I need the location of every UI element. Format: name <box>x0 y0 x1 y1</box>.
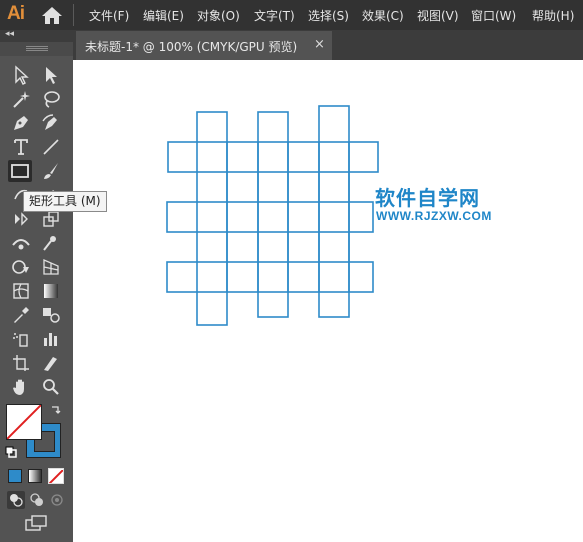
menu-file[interactable]: 文件(F) <box>89 7 129 24</box>
hand-tool-icon[interactable] <box>9 376 33 398</box>
eyedropper-icon[interactable] <box>9 304 33 326</box>
zoom-tool-icon[interactable] <box>39 376 63 398</box>
default-colors-icon[interactable] <box>5 446 17 458</box>
fill-color-swatch[interactable] <box>6 404 42 440</box>
magic-wand-icon[interactable] <box>9 88 33 110</box>
panel-grip[interactable] <box>0 42 73 56</box>
document-tab-title: 未标题-1* @ 100% (CMYK/GPU 预览) <box>85 40 298 54</box>
draw-inside-icon[interactable] <box>48 491 66 509</box>
mesh-tool-icon[interactable] <box>9 280 33 302</box>
none-icon <box>49 469 63 483</box>
symbol-sprayer-icon[interactable] <box>9 328 33 350</box>
menu-divider <box>73 4 74 26</box>
width-tool-icon[interactable] <box>9 232 33 254</box>
menu-object[interactable]: 对象(O) <box>197 7 240 24</box>
column-graph-icon[interactable] <box>39 328 63 350</box>
menu-edit[interactable]: 编辑(E) <box>143 7 184 24</box>
rectangle-tool-icon[interactable] <box>8 160 32 182</box>
swap-colors-icon[interactable] <box>50 404 62 416</box>
none-mode-button[interactable] <box>48 468 64 484</box>
panel-collapse-button[interactable]: ◂◂ <box>0 29 73 42</box>
no-fill-icon <box>7 405 41 439</box>
menu-effect[interactable]: 效果(C) <box>362 7 404 24</box>
tab-close-button[interactable]: × <box>314 37 325 52</box>
line-segment-icon[interactable] <box>39 136 63 158</box>
watermark-url: WWW.RJZXW.COM <box>376 209 492 223</box>
artboard-tool-icon[interactable] <box>9 352 33 374</box>
document-tab-bar: 未标题-1* @ 100% (CMYK/GPU 预览) × <box>73 30 583 60</box>
puppet-warp-icon[interactable] <box>39 232 63 254</box>
home-icon[interactable] <box>40 5 64 25</box>
shape-builder-icon[interactable] <box>9 256 33 278</box>
menu-select[interactable]: 选择(S) <box>308 7 349 24</box>
perspective-grid-icon[interactable] <box>39 256 63 278</box>
collapse-icon: ◂◂ <box>5 29 15 39</box>
type-tool-icon[interactable] <box>9 136 33 158</box>
document-tab[interactable]: 未标题-1* @ 100% (CMYK/GPU 预览) × <box>76 31 332 60</box>
app-logo: Ai <box>7 3 25 24</box>
menu-view[interactable]: 视图(V) <box>417 7 459 24</box>
rectangle-tool-tooltip: 矩形工具 (M) <box>23 191 107 212</box>
direct-selection-tool-icon[interactable] <box>39 64 63 86</box>
menu-type[interactable]: 文字(T) <box>254 7 295 24</box>
menu-window[interactable]: 窗口(W) <box>471 7 516 24</box>
artboard-canvas[interactable] <box>73 60 583 542</box>
gradient-mode-button[interactable] <box>28 469 42 483</box>
screen-mode-icon[interactable] <box>24 514 48 532</box>
pen-tool-icon[interactable] <box>9 112 33 134</box>
draw-normal-icon[interactable] <box>7 491 25 509</box>
curvature-tool-icon[interactable] <box>39 112 63 134</box>
draw-behind-icon[interactable] <box>28 491 46 509</box>
watermark-title: 软件自学网 <box>375 186 480 210</box>
color-mode-button[interactable] <box>8 469 22 483</box>
paintbrush-icon[interactable] <box>39 160 63 182</box>
blend-tool-icon[interactable] <box>39 304 63 326</box>
selection-tool-icon[interactable] <box>9 64 33 86</box>
menu-bar: Ai 文件(F) 编辑(E) 对象(O) 文字(T) 选择(S) 效果(C) 视… <box>0 0 583 30</box>
slice-tool-icon[interactable] <box>39 352 63 374</box>
lasso-icon[interactable] <box>39 88 63 110</box>
gradient-tool-icon[interactable] <box>39 280 63 302</box>
menu-help[interactable]: 帮助(H) <box>532 7 574 24</box>
